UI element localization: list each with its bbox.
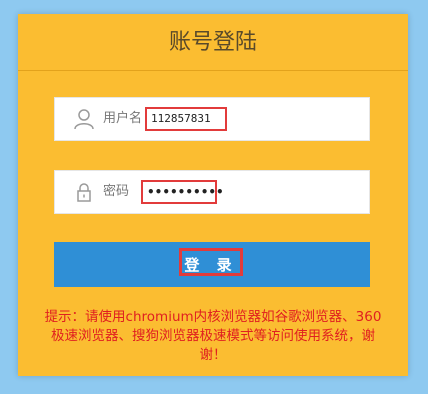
username-field[interactable]: 用户名 112857831 (54, 97, 370, 141)
lock-icon (73, 181, 95, 203)
browser-notice: 提示：请使用chromium内核浏览器如谷歌浏览器、360极速浏览器、搜狗浏览器… (44, 309, 382, 363)
user-icon (73, 108, 95, 130)
login-panel: 账号登陆 用户名 112857831 密码 •••••••••• 登 录 提示：… (18, 14, 408, 376)
username-label: 用户名 (103, 111, 143, 126)
login-button[interactable]: 登 录 (54, 242, 370, 287)
login-button-label: 登 录 (179, 248, 243, 276)
password-label: 密码 (103, 184, 130, 199)
password-field[interactable]: 密码 •••••••••• (54, 170, 370, 214)
page-title: 账号登陆 (18, 14, 408, 71)
username-input[interactable]: 112857831 (145, 107, 227, 131)
password-input[interactable]: •••••••••• (141, 180, 224, 204)
